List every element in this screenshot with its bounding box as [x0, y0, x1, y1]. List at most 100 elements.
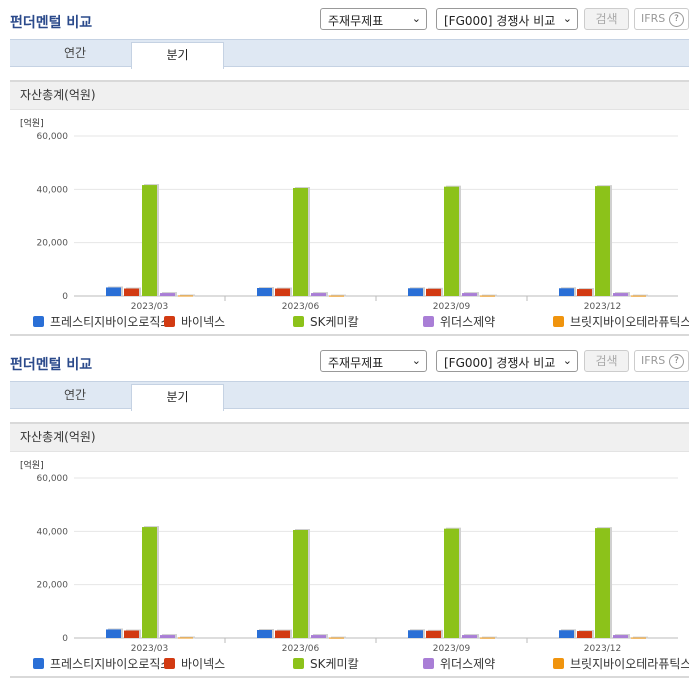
bar	[444, 528, 459, 638]
bar	[577, 289, 592, 296]
statement-select[interactable]: 주재무제표 ⌄	[320, 8, 427, 30]
statement-select[interactable]: 주재무제표 ⌄	[320, 350, 427, 372]
bar	[577, 631, 592, 638]
legend-item[interactable]: SK케미칼	[293, 313, 359, 330]
bar	[160, 635, 175, 638]
legend-label: 프레스티지바이오로직스	[50, 315, 172, 329]
bar	[613, 635, 628, 638]
x-tick-label: 2023/06	[282, 302, 320, 312]
y-tick-label: 60,000	[37, 132, 69, 142]
divider	[10, 334, 689, 336]
tab-quarterly[interactable]: 분기	[131, 384, 224, 411]
total-assets-chart: [억원] 0 20,000 40,000 60,000 2023/03 2023/06 202…	[20, 459, 678, 654]
legend-label: 바이넥스	[181, 315, 226, 329]
bar	[257, 288, 272, 296]
x-tick-label: 2023/12	[584, 302, 621, 312]
legend-label: 프레스티지바이오로직스	[50, 657, 172, 671]
tab-annual[interactable]: 연간	[30, 382, 120, 409]
x-tick-label: 2023/12	[584, 644, 621, 654]
chevron-down-icon: ⌄	[411, 354, 421, 367]
viewport-edge	[689, 0, 696, 684]
legend-swatch	[553, 316, 564, 327]
bar	[329, 637, 344, 639]
legend-label: 위더스제약	[440, 315, 496, 329]
y-tick-label: 20,000	[37, 239, 69, 249]
legend-item[interactable]: 프레스티지바이오로직스	[33, 313, 171, 330]
unit-label: [억원]	[20, 459, 44, 471]
bar	[275, 630, 290, 638]
ifrs-button[interactable]: IFRS ?	[634, 350, 689, 372]
compare-select[interactable]: [FG000] 경쟁사 비교 ⌄	[436, 8, 578, 30]
x-tick-label: 2023/03	[131, 302, 168, 312]
period-tabs: 연간 분기	[10, 39, 689, 69]
statement-select-value: 주재무제표	[328, 356, 384, 370]
legend-item[interactable]: 프레스티지바이오로직스	[33, 655, 171, 672]
panel-title: 펀더멘털 비교	[10, 357, 93, 373]
bar	[559, 288, 574, 296]
bar	[293, 188, 308, 296]
section-header: 자산총계(억원)	[10, 422, 689, 452]
bar	[480, 637, 495, 639]
bar	[124, 288, 139, 296]
y-tick-label: 40,000	[37, 527, 69, 537]
y-tick-label: 40,000	[37, 185, 69, 195]
help-icon[interactable]: ?	[669, 354, 684, 369]
bar	[106, 629, 121, 638]
tab-annual[interactable]: 연간	[30, 40, 120, 67]
bar	[613, 293, 628, 296]
ifrs-label: IFRS	[641, 354, 666, 367]
y-tick-label: 60,000	[37, 474, 69, 484]
bar	[142, 527, 157, 638]
legend-label: SK케미칼	[310, 315, 359, 329]
bar	[160, 293, 175, 296]
bar	[293, 530, 308, 638]
bar	[480, 295, 495, 297]
y-tick-label: 20,000	[37, 581, 69, 591]
bar	[631, 637, 646, 639]
legend-swatch	[33, 316, 44, 327]
help-icon[interactable]: ?	[669, 12, 684, 27]
chevron-down-icon: ⌄	[411, 12, 421, 25]
bar	[257, 630, 272, 638]
compare-select[interactable]: [FG000] 경쟁사 비교 ⌄	[436, 350, 578, 372]
bar	[408, 630, 423, 638]
legend-item[interactable]: 브릿지바이오테라퓨틱스	[553, 655, 691, 672]
legend-label: 브릿지바이오테라퓨틱스	[570, 657, 692, 671]
bar	[142, 185, 157, 296]
bar	[106, 287, 121, 296]
search-button[interactable]: 검색	[584, 8, 629, 30]
x-tick-label: 2023/09	[433, 644, 471, 654]
legend-item[interactable]: 바이넥스	[164, 655, 225, 672]
y-tick-label: 0	[62, 634, 68, 644]
y-tick-label: 0	[62, 292, 68, 302]
bar	[426, 630, 441, 638]
legend-swatch	[164, 316, 175, 327]
legend-item[interactable]: 위더스제약	[423, 313, 495, 330]
legend-swatch	[33, 658, 44, 669]
bar	[178, 295, 193, 297]
tab-quarterly[interactable]: 분기	[131, 42, 224, 69]
legend-label: SK케미칼	[310, 657, 359, 671]
legend-label: 브릿지바이오테라퓨틱스	[570, 315, 692, 329]
period-tabs: 연간 분기	[10, 381, 689, 411]
bar	[595, 528, 610, 638]
ifrs-button[interactable]: IFRS ?	[634, 8, 689, 30]
compare-select-value: [FG000] 경쟁사 비교	[444, 356, 556, 370]
search-button[interactable]: 검색	[584, 350, 629, 372]
legend-swatch	[293, 658, 304, 669]
legend-item[interactable]: SK케미칼	[293, 655, 359, 672]
divider	[10, 676, 689, 678]
legend-item[interactable]: 브릿지바이오테라퓨틱스	[553, 313, 691, 330]
fundamental-panel: 펀더멘털 비교 주재무제표 ⌄ [FG000] 경쟁사 비교 ⌄ 검색 IFRS…	[0, 0, 696, 342]
legend-swatch	[423, 316, 434, 327]
x-tick-label: 2023/09	[433, 302, 471, 312]
total-assets-chart: [억원] 0 20,000 40,000 60,000 2023/03 2023/06 202…	[20, 117, 678, 312]
x-tick-label: 2023/06	[282, 644, 320, 654]
fundamental-panel: 펀더멘털 비교 주재무제표 ⌄ [FG000] 경쟁사 비교 ⌄ 검색 IFRS…	[0, 342, 696, 684]
bar	[426, 288, 441, 296]
bar	[329, 295, 344, 297]
legend-item[interactable]: 바이넥스	[164, 313, 225, 330]
chart-legend: 프레스티지바이오로직스 바이넥스 SK케미칼 위더스제약 브릿지바이오테라퓨틱스	[0, 313, 691, 331]
legend-item[interactable]: 위더스제약	[423, 655, 495, 672]
bar	[462, 635, 477, 638]
